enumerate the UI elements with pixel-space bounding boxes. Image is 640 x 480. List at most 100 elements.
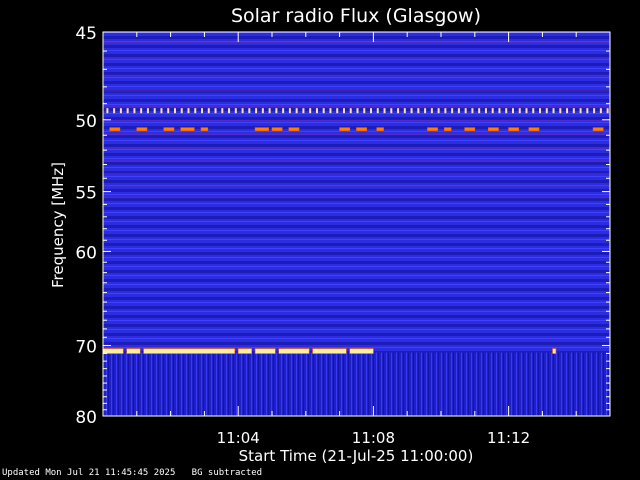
interference-segment — [109, 127, 121, 131]
chart-title: Solar radio Flux (Glasgow) — [231, 5, 481, 27]
interference-tick — [113, 108, 116, 114]
interference-segment — [271, 127, 283, 131]
interference-segment — [312, 348, 347, 354]
interference-segment — [254, 127, 269, 131]
interference-segment — [552, 348, 557, 354]
interference-tick — [288, 108, 291, 114]
texture-band — [103, 105, 610, 107]
interference-tick — [437, 108, 440, 114]
interference-tick — [606, 108, 609, 114]
interference-tick — [464, 108, 467, 114]
interference-segment — [254, 348, 276, 354]
interference-segment — [102, 348, 124, 354]
y-tick-label: 70 — [75, 337, 97, 357]
interference-segment — [143, 348, 236, 354]
interference-tick — [268, 108, 271, 114]
interference-tick — [552, 108, 555, 114]
interference-tick — [518, 108, 521, 114]
interference-tick — [342, 108, 345, 114]
interference-tick — [390, 108, 393, 114]
interference-tick — [207, 108, 210, 114]
interference-segment — [339, 127, 351, 131]
texture-band — [103, 119, 610, 122]
interference-tick — [329, 108, 332, 114]
interference-tick — [241, 108, 244, 114]
interference-tick — [322, 108, 325, 114]
y-axis-label: Frequency [MHz] — [49, 162, 67, 288]
spectrogram-upper-band — [103, 32, 610, 353]
interference-tick — [539, 108, 542, 114]
interference-tick — [201, 108, 204, 114]
interference-tick — [376, 108, 379, 114]
texture-band — [103, 58, 610, 60]
spectrogram-chart: Solar radio Flux (Glasgow) 45 50 55 60 70 80 1… — [49, 5, 611, 465]
interference-tick — [160, 108, 163, 114]
texture-band — [103, 172, 610, 175]
interference-tick — [146, 108, 149, 114]
interference-segment — [528, 127, 540, 131]
interference-tick — [295, 108, 298, 114]
interference-tick — [133, 108, 136, 114]
interference-tick — [187, 108, 190, 114]
interference-tick — [471, 108, 474, 114]
interference-tick — [119, 108, 122, 114]
interference-tick — [214, 108, 217, 114]
interference-tick — [417, 108, 420, 114]
interference-tick — [383, 108, 386, 114]
interference-tick — [579, 108, 582, 114]
interference-segment — [288, 127, 300, 131]
footer-status: Updated Mon Jul 21 11:45:45 2025 BG subt… — [2, 468, 262, 478]
texture-band — [103, 196, 610, 199]
interference-tick — [153, 108, 156, 114]
y-tick-label: 55 — [75, 184, 97, 204]
interference-tick — [525, 108, 528, 114]
texture-band — [103, 147, 610, 149]
interference-tick — [261, 108, 264, 114]
interference-tick — [234, 108, 237, 114]
texture-band — [103, 90, 610, 92]
interference-segment — [356, 127, 367, 131]
interference-tick — [397, 108, 400, 114]
interference-tick — [140, 108, 143, 114]
interference-tick — [349, 108, 352, 114]
interference-segment — [200, 127, 209, 131]
interference-tick — [410, 108, 413, 114]
texture-band — [103, 41, 610, 44]
interference-tick — [315, 108, 318, 114]
interference-tick — [451, 108, 454, 114]
interference-segment — [488, 127, 499, 131]
interference-segment — [427, 127, 438, 131]
y-tick-label: 80 — [75, 408, 97, 428]
interference-tick — [505, 108, 508, 114]
interference-tick — [336, 108, 339, 114]
x-axis-label: Start Time (21-Jul-25 11:00:00) — [239, 447, 474, 465]
interference-segment — [592, 127, 604, 131]
y-tick-label: 50 — [75, 112, 97, 132]
interference-tick — [491, 108, 494, 114]
interference-tick — [559, 108, 562, 114]
interference-tick — [356, 108, 359, 114]
interference-segment — [508, 127, 520, 131]
interference-tick — [424, 108, 427, 114]
texture-band — [103, 184, 610, 187]
interference-tick — [403, 108, 406, 114]
interference-tick — [444, 108, 447, 114]
interference-tick — [275, 108, 278, 114]
interference-segment — [126, 348, 141, 354]
interference-tick — [255, 108, 258, 114]
x-tick-label: 11:12 — [487, 429, 530, 447]
interference-segment — [180, 127, 195, 131]
interference-tick — [180, 108, 183, 114]
interference-segment — [444, 127, 452, 131]
spectrogram-lower-band — [103, 352, 610, 416]
interference-tick — [498, 108, 501, 114]
texture-band — [103, 74, 610, 77]
interference-tick — [430, 108, 433, 114]
interference-segment — [163, 127, 175, 131]
interference-tick — [484, 108, 487, 114]
interference-tick — [106, 108, 109, 114]
interference-tick — [593, 108, 596, 114]
y-tick-label: 45 — [75, 24, 97, 44]
interference-tick — [126, 108, 129, 114]
interference-tick — [511, 108, 514, 114]
